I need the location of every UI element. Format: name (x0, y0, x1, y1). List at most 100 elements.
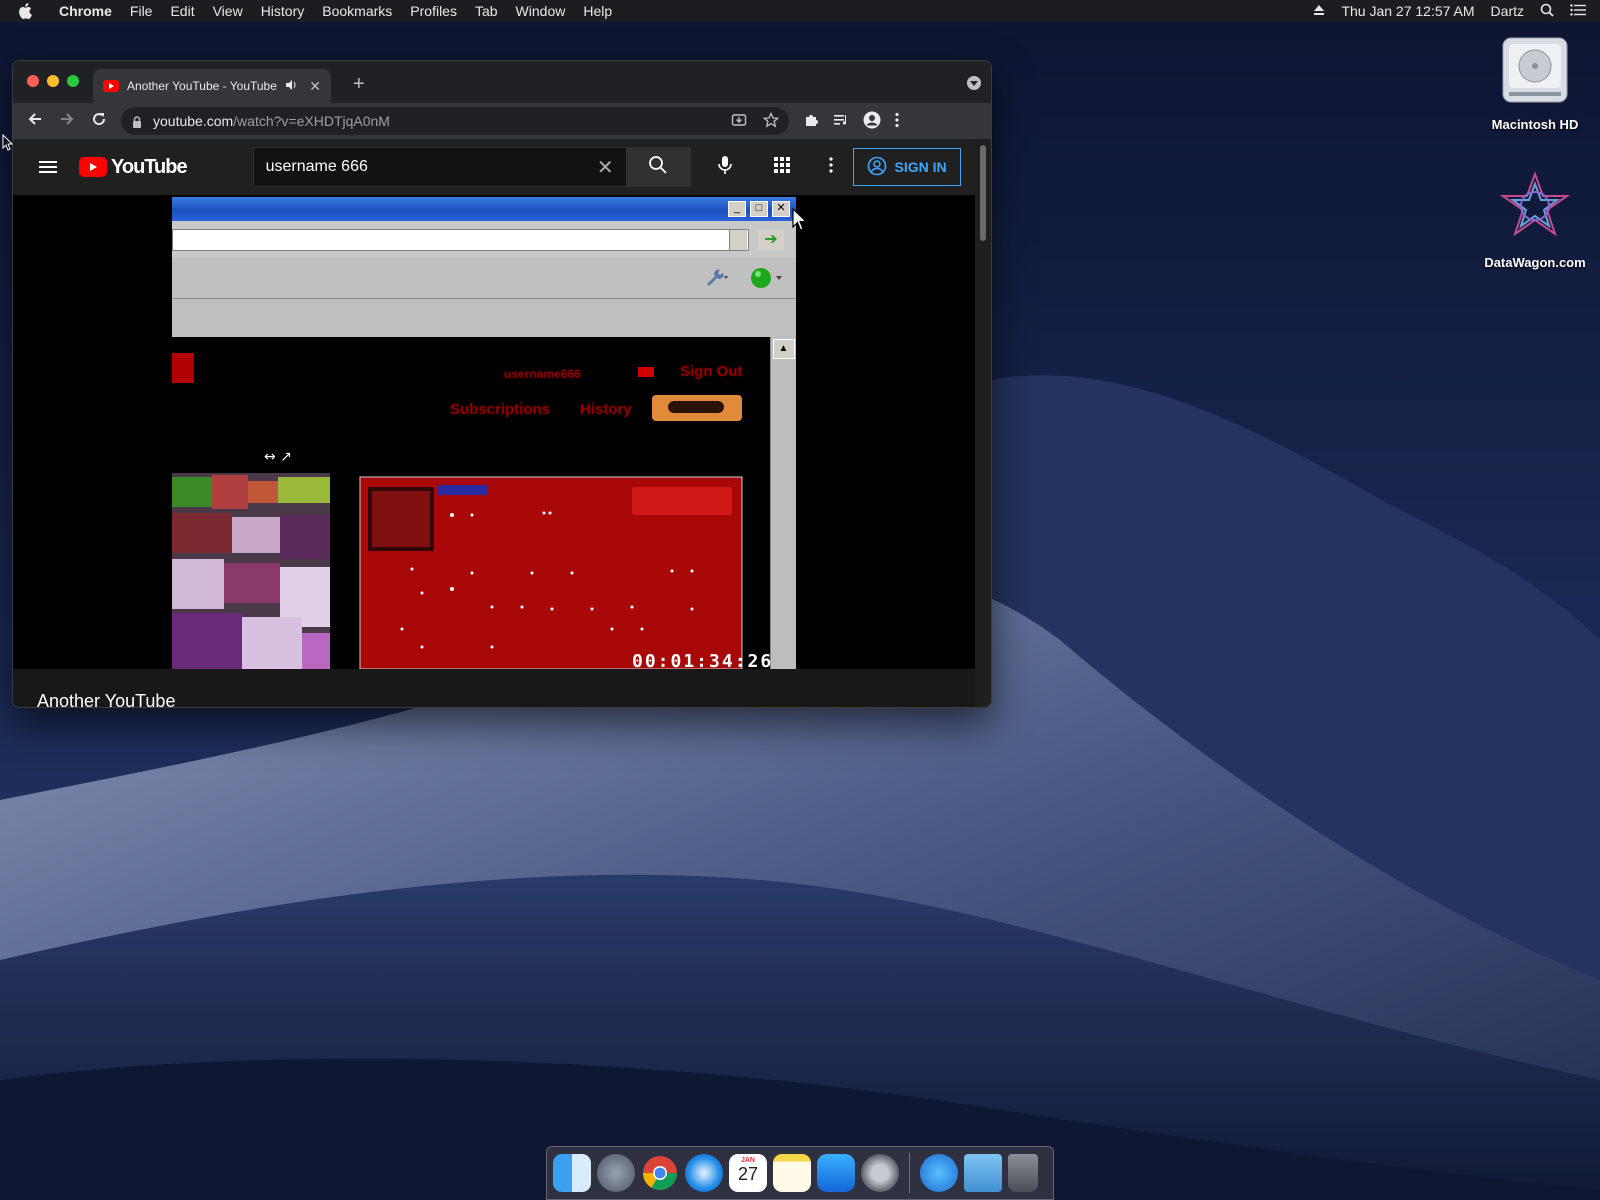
video-minimize-icon: _ (728, 201, 746, 217)
notification-center-icon[interactable] (1570, 3, 1586, 19)
menu-profiles[interactable]: Profiles (401, 0, 466, 22)
video-green-orb-icon (750, 267, 784, 294)
close-window-button[interactable] (27, 75, 39, 87)
menu-bar: Chrome File Edit View History Bookmarks … (0, 0, 1600, 22)
video-glitch-username: username666 (504, 367, 581, 381)
menu-bookmarks[interactable]: Bookmarks (313, 0, 401, 22)
video-xp-titlebar: _ □ ✕ (172, 197, 796, 221)
app-store-icon[interactable] (817, 1154, 855, 1192)
video-xp-toolbar (172, 257, 796, 299)
chrome-icon[interactable] (641, 1154, 679, 1192)
video-player[interactable]: _ □ ✕ ➔ ↔ ↗ username666 Sign Out Subscri… (172, 195, 798, 669)
trash-icon[interactable] (1008, 1154, 1038, 1192)
menu-file[interactable]: File (121, 0, 162, 22)
hard-drive-icon (1470, 32, 1600, 111)
back-button[interactable] (19, 111, 51, 132)
youtube-logo-text: YouTube (111, 155, 188, 178)
menu-help[interactable]: Help (574, 0, 621, 22)
app-store-downloads-icon[interactable] (920, 1154, 958, 1192)
zoom-window-button[interactable] (67, 75, 79, 87)
url-host: youtube.com (153, 113, 234, 129)
video-timecode: 00:01:34:26 (632, 651, 774, 669)
account-circle-icon (867, 156, 887, 179)
safari-icon[interactable] (685, 1154, 723, 1192)
menu-app-name[interactable]: Chrome (50, 0, 121, 22)
address-bar[interactable]: youtube.com/watch?v=eXHDTjqA0nM (121, 107, 789, 135)
youtube-play-icon (79, 157, 107, 177)
page-scrollbar-thumb[interactable] (980, 145, 986, 241)
youtube-search-input[interactable]: username 666 ✕ (252, 147, 627, 187)
menubar-user[interactable]: Dartz (1491, 3, 1524, 19)
video-xp-address-bar: ➔ (172, 221, 796, 257)
calendar-day: 27 (737, 1164, 759, 1184)
sign-in-button[interactable]: SIGN IN (852, 148, 961, 186)
downloads-folder-icon[interactable] (964, 1154, 1002, 1192)
search-query: username 666 (265, 158, 368, 175)
svg-text:↔ ↗: ↔ ↗ (264, 449, 292, 465)
menu-edit[interactable]: Edit (161, 0, 203, 22)
youtube-logo[interactable]: YouTube (79, 155, 188, 179)
youtube-favicon-icon (103, 80, 119, 92)
reload-button[interactable] (83, 111, 115, 132)
bookmark-star-icon[interactable] (762, 111, 780, 131)
tab-title: Another YouTube - YouTube (127, 79, 277, 93)
tab-close-icon[interactable]: ✕ (309, 78, 321, 95)
calendar-month: JAN (740, 1157, 755, 1164)
menu-view[interactable]: View (204, 0, 252, 22)
guide-menu-icon[interactable] (39, 158, 57, 176)
video-xp-address-field (172, 229, 749, 251)
launchpad-icon[interactable] (597, 1154, 635, 1192)
browser-toolbar: youtube.com/watch?v=eXHDTjqA0nM (13, 103, 991, 139)
video-dropdown-icon (729, 230, 747, 250)
youtube-apps-grid-icon[interactable] (773, 156, 791, 179)
datawagon-icon (1470, 170, 1600, 249)
desktop-icon-datawagon[interactable]: DataWagon.com (1470, 170, 1600, 270)
apple-menu-icon[interactable] (18, 3, 38, 19)
tab-another-youtube[interactable]: Another YouTube - YouTube ✕ (93, 69, 331, 103)
tab-search-dropdown-icon[interactable] (967, 76, 981, 90)
youtube-header: YouTube username 666 ✕ SIGN IN (13, 139, 977, 195)
video-scroll-up-icon: ▲ (772, 339, 795, 359)
system-preferences-icon[interactable] (861, 1154, 899, 1192)
video-glitch-subscriptions: Subscriptions (450, 401, 551, 418)
menu-tab[interactable]: Tab (466, 0, 507, 22)
video-xp-blank-bar (172, 299, 796, 337)
forward-button[interactable] (51, 111, 83, 132)
video-maximize-icon: □ (750, 201, 768, 217)
menubar-clock[interactable]: Thu Jan 27 12:57 AM (1341, 3, 1474, 19)
video-wrench-icon (704, 267, 728, 292)
voice-search-mic-icon[interactable] (717, 155, 733, 180)
new-tab-button[interactable]: + (353, 73, 365, 95)
notes-icon[interactable] (773, 1154, 811, 1192)
profile-avatar-icon[interactable] (863, 111, 881, 132)
finder-icon[interactable] (553, 1154, 591, 1192)
minimize-window-button[interactable] (47, 75, 59, 87)
video-glitch-signout: Sign Out (680, 363, 743, 380)
chrome-menu-icon[interactable] (895, 112, 899, 131)
mouse-cursor-secondary-icon (2, 133, 14, 157)
eject-icon[interactable] (1313, 3, 1325, 19)
lock-icon[interactable] (131, 115, 143, 128)
video-info-area: Another YouTube (13, 669, 977, 708)
menu-window[interactable]: Window (507, 0, 575, 22)
calendar-icon[interactable]: JAN 27 (729, 1154, 767, 1192)
video-glitch-history: History (580, 401, 632, 418)
search-button[interactable] (626, 147, 691, 187)
video-title: Another YouTube (37, 691, 176, 708)
page-scrollbar[interactable] (975, 139, 991, 707)
settings-more-icon[interactable] (828, 156, 833, 178)
extensions-puzzle-icon[interactable] (803, 112, 819, 131)
tab-strip: Another YouTube - YouTube ✕ + (13, 61, 991, 103)
clear-search-icon[interactable]: ✕ (597, 155, 614, 180)
audio-playing-icon[interactable] (285, 79, 297, 94)
video-close-icon: ✕ (772, 201, 790, 217)
video-glitched-page: ↔ ↗ username666 Sign Out Subscriptions H… (172, 337, 770, 669)
menu-history[interactable]: History (252, 0, 314, 22)
desktop-icon-macintosh-hd[interactable]: Macintosh HD (1470, 32, 1600, 132)
desktop-icon-label: Macintosh HD (1491, 117, 1579, 132)
dock-separator (909, 1153, 910, 1193)
install-app-icon[interactable] (731, 112, 747, 131)
spotlight-search-icon[interactable] (1540, 3, 1554, 20)
media-controls-icon[interactable] (833, 112, 849, 131)
video-xp-scrollbar: ▲ (770, 337, 796, 669)
